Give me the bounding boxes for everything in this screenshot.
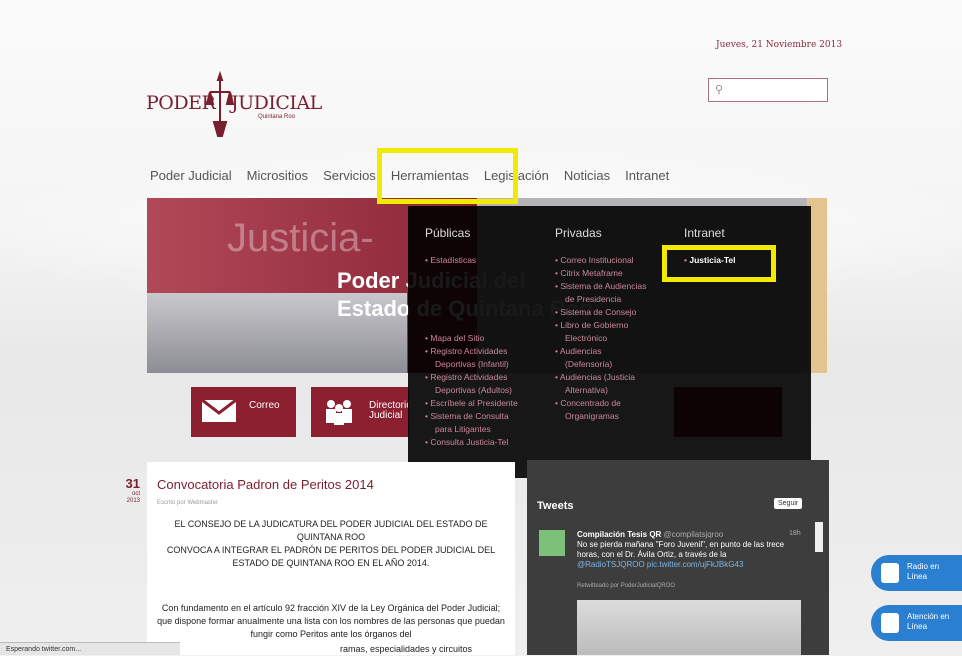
tweet-time: 18h (789, 530, 801, 537)
highlight-herramientas (377, 148, 518, 204)
menu-item-libro-gobierno-cont[interactable]: Electrónico (555, 332, 675, 345)
banner-title: Justicia- (227, 216, 374, 260)
radio-label-2: Línea (907, 572, 928, 581)
tweet-photo[interactable] (577, 600, 801, 655)
menu-item-audiencias-justicia-cont[interactable]: Alternativa) (555, 384, 675, 397)
menu-item-audiencias-defensoria-cont[interactable]: (Defensoría) (555, 358, 675, 371)
article-para-2: CONVOCA A INTEGRAR EL PADRÓN DE PERITOS … (166, 545, 496, 568)
correo-button[interactable]: Correo (191, 387, 296, 437)
tweets-heading: Tweets (537, 500, 574, 512)
dropdown-list-privadas: Correo Institucional Citrix Metaframe Si… (555, 254, 675, 423)
menu-item-mapa-sitio[interactable]: Mapa del Sitio (425, 332, 545, 345)
menu-item-audiencias-defensoria[interactable]: Audiencias (555, 345, 675, 358)
follow-button[interactable]: Seguir (774, 498, 803, 509)
nav-item-intranet[interactable]: Intranet (625, 168, 669, 183)
menu-item-correo-institucional[interactable]: Correo Institucional (555, 254, 675, 267)
radio-en-linea-button[interactable]: Radio en Línea (871, 555, 962, 591)
menu-item-consulta-litigantes-cont[interactable]: para Litigantes (425, 423, 545, 436)
nav-item-noticias[interactable]: Noticias (564, 168, 610, 183)
article-title[interactable]: Convocatoria Padron de Peritos 2014 (157, 477, 374, 492)
logo-word-judicial: JUDICIAL (231, 92, 322, 114)
menu-item-registro-infantil[interactable]: Registro Actividades (425, 345, 545, 358)
microphone-icon (881, 563, 899, 583)
dropdown-heading-intranet: Intranet (684, 226, 725, 240)
nav-item-poder-judicial[interactable]: Poder Judicial (150, 168, 232, 183)
menu-item-audiencias-justicia[interactable]: Audiencias (Justicia (555, 371, 675, 384)
article-month: oct (131, 491, 140, 497)
article-para-4: ramas, especialidades y circuitos (339, 644, 473, 654)
search-icon: ⚲ (715, 84, 724, 96)
radio-label-1: Radio en (907, 562, 940, 571)
browser-status-bar: Esperando twitter.com... (0, 642, 180, 655)
menu-item-libro-gobierno[interactable]: Libro de Gobierno (555, 319, 675, 332)
directorio-label-2: Judicial (369, 410, 403, 421)
menu-item-consulta-litigantes[interactable]: Sistema de Consulta (425, 410, 545, 423)
twitter-widget: Tweets Seguir Compilación Tesis QR @comp… (527, 460, 829, 655)
menu-item-concentrado[interactable]: Concentrado de (555, 397, 675, 410)
radio-label: Radio en Línea (907, 562, 939, 582)
menu-item-escribele[interactable]: Escríbele al Presidente (425, 397, 545, 410)
article-day: 31 (125, 476, 140, 491)
nav-item-micrositios[interactable]: Micrositios (247, 168, 308, 183)
chat-icon (881, 613, 899, 633)
dropdown-heading-privadas: Privadas (555, 226, 602, 240)
menu-item-sistema-consejo[interactable]: Sistema de Consejo (555, 306, 675, 319)
menu-item-estadisticas[interactable]: Estadísticas (425, 254, 545, 267)
highlight-justicia-tel (662, 245, 776, 282)
envelope-icon (201, 398, 237, 422)
directorio-label: Directorio Judicial (369, 401, 412, 421)
tweet-author[interactable]: Compilación Tesis QR (577, 530, 661, 539)
atencion-label: Atención en Línea (907, 612, 949, 632)
menu-item-audiencias-presidencia[interactable]: Sistema de Audiencias (555, 280, 675, 293)
article-byline: Escrito por Webmaster (157, 500, 218, 506)
atencion-label-1: Atención en (907, 612, 950, 621)
tweet-retweet-note: Retwitteado por PoderJudicialQROO (577, 583, 676, 589)
menu-item-registro-adultos[interactable]: Registro Actividades (425, 371, 545, 384)
tweet-text: No se pierda mañana "Foro Juvenil", en p… (577, 540, 785, 559)
tweet-avatar[interactable] (539, 530, 565, 556)
correo-label: Correo (249, 400, 280, 411)
menu-item-registro-adultos-cont[interactable]: Deportivas (Adultos) (425, 384, 545, 397)
article-year: 2013 (126, 498, 140, 504)
menu-item-consulta-justicia-tel[interactable]: Consulta Justicia-Tel (425, 436, 545, 449)
menu-item-audiencias-presidencia-cont[interactable]: de Presidencia (555, 293, 675, 306)
tweet-body: Compilación Tesis QR @compilatsjqroo No … (577, 530, 797, 570)
people-icon (326, 400, 352, 425)
tweet-link[interactable]: @RadioTSJQROO pic.twitter.com/ujFkJBkG43 (577, 560, 743, 569)
logo-subtitle: Quintana Roo (258, 114, 296, 120)
search-input[interactable]: ⚲ (708, 78, 828, 102)
dropdown-list-publicas: Estadísticas Mapa del Sitio Registro Act… (425, 254, 545, 449)
nav-item-servicios[interactable]: Servicios (323, 168, 376, 183)
menu-item-citrix[interactable]: Citrix Metaframe (555, 267, 675, 280)
article-card: Convocatoria Padron de Peritos 2014 Escr… (147, 462, 515, 655)
menu-spacer (425, 267, 545, 332)
dropdown-heading-publicas: Públicas (425, 226, 471, 240)
menu-item-concentrado-cont[interactable]: Organigramas (555, 410, 675, 423)
atencion-en-linea-button[interactable]: Atención en Línea (871, 605, 962, 641)
tweets-scrollbar[interactable] (815, 522, 823, 552)
site-logo[interactable]: PODER JUDICIAL Quintana Roo (146, 70, 322, 140)
article-para-1: EL CONSEJO DE LA JUDICATURA DEL PODER JU… (174, 519, 488, 542)
directorio-button[interactable]: Directorio Judicial (311, 387, 412, 437)
article-date: 31 oct 2013 (118, 476, 140, 505)
menu-item-registro-infantil-cont[interactable]: Deportivas (Infantil) (425, 358, 545, 371)
tweet-handle[interactable]: @compilatsjqroo (664, 530, 724, 539)
atencion-label-2: Línea (907, 622, 928, 631)
current-date: Jueves, 21 Noviembre 2013 (716, 40, 843, 50)
article-para-3: Con fundamento en el artículo 92 fracció… (157, 603, 505, 639)
